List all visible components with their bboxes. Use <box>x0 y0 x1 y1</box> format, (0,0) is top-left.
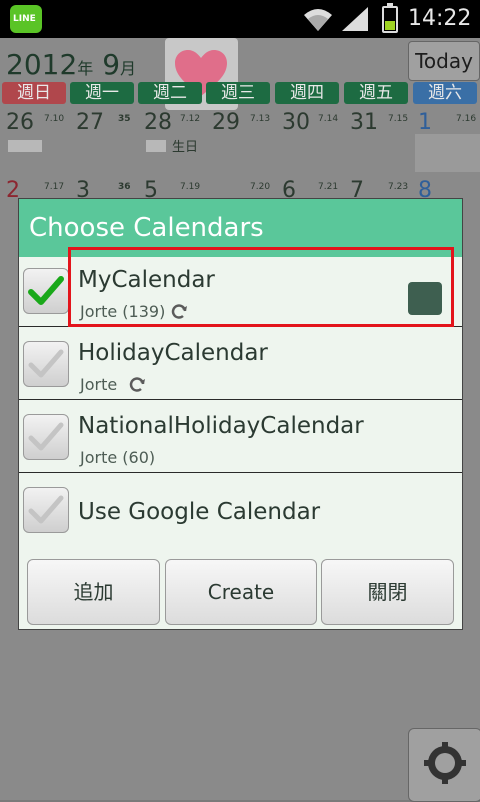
line-app-label: LINE <box>13 14 36 24</box>
checkbox-use-google-calendar[interactable] <box>23 487 69 533</box>
battery-icon <box>382 3 398 33</box>
day-cell[interactable]: 1 <box>418 110 432 135</box>
calendar-name: HolidayCalendar <box>78 340 268 366</box>
day-cell[interactable]: 28 <box>144 110 172 135</box>
day-cell[interactable]: 29 <box>212 110 240 135</box>
calendar-name: Use Google Calendar <box>78 499 321 525</box>
event-block <box>415 134 480 172</box>
calendar-account: Jorte (60) <box>80 448 156 467</box>
weekday-sun: 週日 <box>2 82 66 104</box>
day-lunar: 7.16 <box>456 114 477 124</box>
day-cell[interactable]: 26 <box>6 110 34 135</box>
checkbox-mycalendar[interactable] <box>23 268 69 314</box>
add-button[interactable]: 追加 <box>27 559 160 625</box>
dialog-title: Choose Calendars <box>29 213 264 243</box>
today-button[interactable]: Today <box>408 41 480 81</box>
weekday-tue: 週二 <box>138 82 202 104</box>
day-cell[interactable]: 30 <box>282 110 310 135</box>
line-app-icon: LINE <box>10 5 42 33</box>
day-lunar: 7.10 <box>44 114 65 124</box>
checkmark-icon <box>28 495 64 524</box>
checkbox-nationalholidaycalendar[interactable] <box>23 414 69 460</box>
signal-icon <box>342 7 368 31</box>
week-number: 36 <box>118 182 131 192</box>
day-lunar: 7.21 <box>318 182 339 192</box>
day-lunar: 7.12 <box>180 114 201 124</box>
sync-icon <box>129 377 145 392</box>
weekday-wed: 週三 <box>206 82 270 104</box>
settings-button[interactable] <box>408 728 480 802</box>
gear-icon <box>424 742 466 784</box>
calendar-month-title: 2012年 9月 <box>6 48 137 81</box>
day-lunar: 7.15 <box>388 114 409 124</box>
weekday-thu: 週四 <box>275 82 339 104</box>
event-bar <box>146 140 166 152</box>
day-cell[interactable]: 27 <box>76 110 104 135</box>
week-number: 35 <box>118 114 131 124</box>
calendar-item-holidaycalendar[interactable]: HolidayCalendar Jorte <box>19 327 462 400</box>
day-cell[interactable]: 31 <box>350 110 378 135</box>
checkmark-icon <box>28 422 64 451</box>
status-bar: LINE 14:22 <box>0 0 480 38</box>
wifi-icon <box>304 9 332 31</box>
status-clock: 14:22 <box>408 6 472 31</box>
checkbox-holidaycalendar[interactable] <box>23 341 69 387</box>
day-lunar: 7.19 <box>180 182 201 192</box>
highlight-box <box>68 247 454 327</box>
day-lunar: 7.23 <box>388 182 409 192</box>
create-button[interactable]: Create <box>165 559 317 625</box>
day-lunar: 7.20 <box>250 182 271 192</box>
checkmark-icon <box>28 276 64 305</box>
event-bar <box>8 140 42 152</box>
day-lunar: 7.13 <box>250 114 271 124</box>
calendar-item-use-google-calendar[interactable]: Use Google Calendar <box>19 473 462 546</box>
calendar-name: NationalHolidayCalendar <box>78 413 364 439</box>
close-button[interactable]: 關閉 <box>321 559 454 625</box>
weekday-sat: 週六 <box>413 82 477 104</box>
weekday-mon: 週一 <box>70 82 134 104</box>
weekday-header: 週日 週一 週二 週三 週四 週五 週六 <box>0 82 480 104</box>
day-lunar: 7.17 <box>44 182 65 192</box>
weekday-fri: 週五 <box>344 82 408 104</box>
checkmark-icon <box>28 349 64 378</box>
day-lunar: 7.14 <box>318 114 339 124</box>
event-label: 生日 <box>172 140 199 155</box>
calendar-account: Jorte <box>80 375 118 394</box>
calendar-item-nationalholidaycalendar[interactable]: NationalHolidayCalendar Jorte (60) <box>19 400 462 473</box>
